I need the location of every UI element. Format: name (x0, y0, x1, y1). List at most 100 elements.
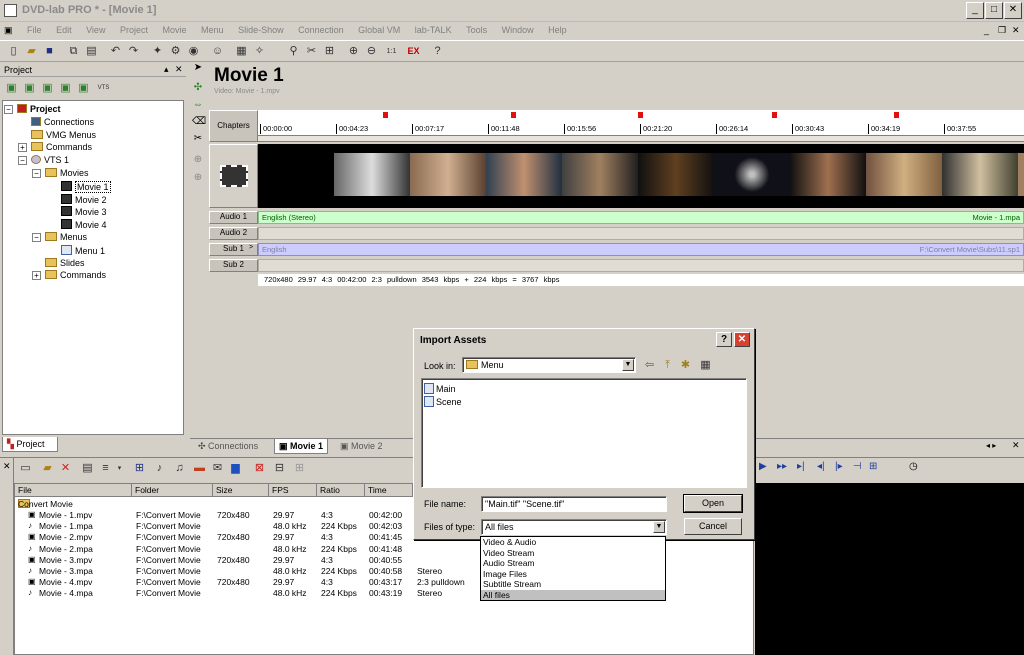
menu-help[interactable]: Help (542, 22, 573, 35)
zoom-out-icon[interactable]: ⊖ (364, 44, 379, 59)
erase-icon[interactable]: ⌫ (192, 116, 206, 128)
zoom-timeline-icon[interactable]: ⊕ (192, 154, 204, 166)
up-folder-icon[interactable]: ⤒ (660, 358, 675, 373)
play-icon[interactable]: ▶ (759, 461, 767, 472)
file-name-input[interactable]: "Main.tif" "Scene.tif" (481, 496, 667, 512)
chapter-marker[interactable] (894, 112, 899, 118)
sub2-track[interactable] (258, 259, 1024, 272)
add-vmg-icon[interactable]: ▣ (58, 81, 73, 96)
grid-icon[interactable]: ⊞ (292, 461, 307, 476)
exit-icon[interactable]: EX (406, 44, 421, 59)
tree-expander-icon[interactable]: − (18, 156, 27, 166)
list-icon[interactable]: ≡ (98, 461, 113, 476)
minimize-button[interactable]: _ (966, 2, 984, 19)
disc-icon[interactable]: ◉ (186, 44, 201, 59)
chapters-icon[interactable]: ▦ (234, 44, 249, 59)
file-type-option[interactable]: Video Stream (481, 548, 665, 559)
fit-timeline-icon[interactable]: ⊕ (192, 172, 204, 184)
chevron-down-icon[interactable]: ▼ (653, 521, 665, 533)
menu-slideshow[interactable]: Slide-Show (232, 22, 290, 35)
video-filter-icon[interactable]: ♪ (152, 461, 167, 476)
file-item-scene[interactable]: Scene (424, 396, 462, 407)
audio2-track[interactable] (258, 227, 1024, 240)
add-icon[interactable]: ⊞ (869, 461, 877, 472)
help-icon[interactable]: ? (430, 44, 445, 59)
menu-view[interactable]: View (80, 22, 111, 35)
tree-item[interactable]: Movie 4 (61, 219, 107, 230)
tree-icon[interactable]: ⊞ (132, 461, 147, 476)
menu-lab-talk[interactable]: lab-TALK (409, 22, 458, 35)
chevron-down-icon[interactable]: ▼ (622, 359, 634, 371)
video-track[interactable] (258, 144, 1024, 208)
magic-icon[interactable]: ✧ (252, 44, 267, 59)
add-slide-icon[interactable]: ▣ (40, 81, 55, 96)
picture-icon[interactable]: ▆ (228, 461, 243, 476)
tree-expander-icon[interactable]: + (18, 143, 27, 153)
tab-movie1[interactable]: ▣ Movie 1 (274, 439, 329, 454)
audio-filter-icon[interactable]: ♫ (172, 461, 187, 476)
new-icon[interactable]: ▯ (6, 44, 21, 59)
tree-expander-icon[interactable]: − (32, 233, 41, 242)
file-type-option[interactable]: Subtitle Stream (481, 579, 665, 590)
tab-movie2[interactable]: ▣ Movie 2 (336, 439, 387, 454)
panel-close-icon[interactable]: ✕ (175, 64, 183, 75)
col-ratio[interactable]: Ratio (317, 484, 365, 497)
tree-expander-icon[interactable]: − (4, 105, 13, 114)
tab-scroll-icon[interactable]: ◂ ▸ (986, 441, 996, 450)
col-fps[interactable]: FPS (269, 484, 317, 497)
undo-icon[interactable]: ↶ (108, 44, 123, 59)
view-menu-icon[interactable]: ▦ (698, 358, 713, 373)
delete-icon[interactable]: ✕ (58, 461, 73, 476)
tree-expander-icon[interactable]: + (32, 271, 41, 281)
menu-window[interactable]: Window (496, 22, 540, 35)
mark-in-icon[interactable]: ◂| (817, 461, 825, 472)
tree-item[interactable]: Slides (45, 257, 85, 268)
file-type-select[interactable]: All files ▼ (481, 519, 667, 535)
close-button[interactable]: ✕ (1004, 2, 1022, 19)
tool-icon[interactable]: ✂ (304, 44, 319, 59)
add-menu-icon[interactable]: ▣ (22, 81, 37, 96)
redo-icon[interactable]: ↷ (126, 44, 141, 59)
chapter-marker[interactable] (383, 112, 388, 118)
paste-icon[interactable]: ▤ (84, 44, 99, 59)
panel-pin-icon[interactable]: ▴ (164, 64, 169, 75)
dialog-close-button[interactable]: ✕ (734, 332, 750, 347)
sub1-arrow[interactable]: > (249, 244, 258, 255)
cut-icon[interactable]: ⊣ (853, 461, 862, 472)
tab-close-icon[interactable]: ✕ (1012, 440, 1020, 451)
doc-icon[interactable]: ▣ (0, 22, 19, 36)
tree-item[interactable]: Menus (45, 232, 87, 242)
ruler-icon[interactable]: ⊞ (322, 44, 337, 59)
tree-item[interactable]: Movie 3 (61, 206, 107, 217)
col-folder[interactable]: Folder (132, 484, 213, 497)
col-time[interactable]: Time (365, 484, 413, 497)
file-type-option[interactable]: Image Files (481, 569, 665, 580)
menu-connection[interactable]: Connection (292, 22, 350, 35)
chapter-marker[interactable] (638, 112, 643, 118)
tree-item[interactable]: Commands (31, 142, 92, 152)
copy-icon[interactable]: ⧉ (66, 44, 81, 59)
mark-out-icon[interactable]: |▸ (835, 461, 843, 472)
subtitle-filter-icon[interactable]: ✉ (210, 461, 225, 476)
menu-project[interactable]: Project (114, 22, 154, 35)
connections-icon[interactable]: ⚙ (168, 44, 183, 59)
menu-menu[interactable]: Menu (195, 22, 230, 35)
tree-item[interactable]: Movie 2 (61, 193, 107, 205)
add-vts-icon[interactable]: ▣ (76, 81, 91, 96)
tree-item[interactable]: Project (17, 104, 61, 114)
file-type-option-selected[interactable]: All files (481, 589, 665, 600)
chapter-marker[interactable] (511, 112, 516, 118)
tree-item[interactable]: Movies (45, 168, 89, 178)
link-icon[interactable]: ⚲ (286, 44, 301, 59)
maximize-button[interactable]: □ (985, 2, 1003, 19)
app-icon[interactable] (4, 4, 17, 17)
tab-project[interactable]: ▚ Project (2, 437, 58, 452)
move-chapter-icon[interactable]: ⇔ (192, 99, 204, 111)
tree-item[interactable]: VMG Menus (31, 129, 96, 140)
tab-connections[interactable]: ✣ Connections (194, 439, 262, 454)
dialog-help-button[interactable]: ? (716, 332, 732, 347)
simulate-icon[interactable]: ☺ (210, 44, 225, 59)
image-filter-icon[interactable]: ▬ (192, 461, 207, 476)
pointer-icon[interactable]: ➤ (192, 62, 204, 74)
tree-item[interactable]: Menu 1 (61, 244, 105, 256)
